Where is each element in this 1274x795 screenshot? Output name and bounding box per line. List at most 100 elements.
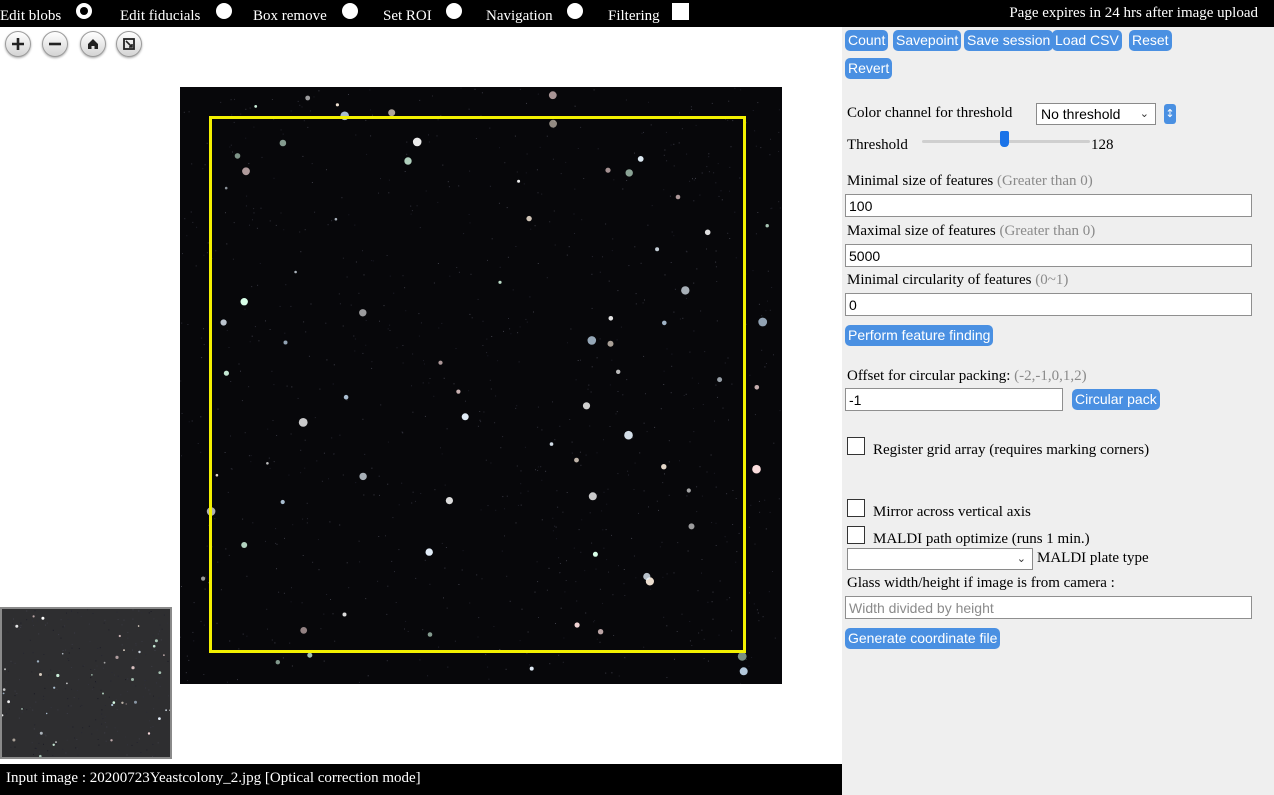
image-viewer[interactable] [180,87,782,684]
noise-grain [5,681,7,683]
noise-grain [183,111,185,113]
generate-coordinate-file-button[interactable]: Generate coordinate file [845,628,1001,649]
noise-grain [757,612,759,614]
noise-grain [754,414,756,416]
swap-channel-button[interactable]: ↕ [1164,104,1176,124]
colony-spot [158,717,161,720]
noise-grain [618,675,620,677]
zoom-out-button[interactable] [42,31,68,57]
noise-grain [14,695,16,697]
circular-pack-button[interactable]: Circular pack [1072,389,1160,410]
noise-grain [6,713,7,715]
noise-grain [110,680,112,682]
noise-grain [92,689,94,691]
filtering-checkbox[interactable] [672,3,689,20]
noise-grain [131,744,133,746]
colony-spot [138,650,141,654]
noise-grain [386,660,388,662]
noise-grain [31,742,33,744]
noise-grain [419,99,421,101]
colony-spot [112,701,116,704]
noise-grain [625,99,627,101]
maldi-optimize-checkbox[interactable] [847,526,865,544]
noise-grain [33,693,35,695]
colony-spot [4,668,6,671]
noise-grain [757,212,759,213]
colony-spot [307,652,313,658]
noise-grain [8,708,10,710]
mode-edit-fiducials[interactable]: Edit fiducials [120,0,200,27]
zoom-in-button[interactable] [5,31,31,57]
noise-grain [468,108,470,110]
noise-grain [691,109,693,111]
color-channel-value: No threshold [1041,106,1121,122]
offset-label: Offset for circular packing: (-2,-1,0,1,… [847,368,1087,385]
noise-grain [188,111,190,113]
noise-grain [778,109,780,111]
colony-spot [103,661,106,664]
noise-grain [20,625,22,627]
noise-grain [33,728,35,730]
noise-grain [57,709,59,711]
noise-grain [711,102,713,104]
noise-grain [752,110,754,111]
mode-navigation-radio[interactable] [567,3,583,19]
mode-edit-blobs-radio[interactable] [76,3,92,19]
colony-spot [115,655,119,659]
min-size-input[interactable] [845,194,1252,217]
noise-grain [12,622,14,624]
noise-grain [78,679,80,681]
mode-set-roi[interactable]: Set ROI [383,0,432,27]
glass-ratio-label: Glass width/height if image is from came… [847,575,1115,591]
noise-grain [26,709,28,711]
mode-set-roi-radio[interactable] [446,3,462,19]
navigator-thumbnail[interactable] [0,607,172,759]
roi-rectangle[interactable] [209,116,746,653]
noise-grain [72,726,74,728]
mode-box-remove-radio[interactable] [342,3,358,19]
noise-grain [104,619,106,621]
noise-grain [97,698,99,700]
glass-ratio-input[interactable] [845,596,1252,619]
mode-box-remove[interactable]: Box remove [253,0,327,27]
noise-grain [67,705,69,707]
perform-feature-finding-button[interactable]: Perform feature finding [845,325,994,346]
noise-grain [168,695,169,697]
home-button[interactable] [80,31,106,57]
threshold-slider-handle[interactable] [1000,131,1009,147]
revert-button[interactable]: Revert [845,58,893,79]
noise-grain [32,652,34,654]
noise-grain [234,98,235,100]
fit-screen-button[interactable] [116,31,142,57]
mode-navigation[interactable]: Navigation [486,0,553,27]
mirror-checkbox[interactable] [847,499,865,517]
noise-grain [136,742,138,743]
colony-spot [110,739,113,742]
mode-edit-fiducials-radio[interactable] [216,3,232,19]
noise-grain [190,211,192,213]
max-size-input[interactable] [845,244,1252,267]
savepoint-button[interactable]: Savepoint [893,30,962,51]
register-grid-checkbox[interactable] [847,437,865,455]
load-csv-button[interactable]: Load CSV [1052,30,1122,51]
colony-spot [758,317,768,327]
save-session-button[interactable]: Save session [964,30,1054,51]
noise-grain [135,685,137,687]
noise-grain [66,713,68,714]
noise-grain [34,610,36,612]
filtering-toggle[interactable]: Filtering [608,0,660,27]
noise-grain [245,108,247,110]
min-circularity-input[interactable] [845,293,1252,316]
noise-grain [87,609,89,611]
noise-grain [152,634,154,636]
noise-grain [127,678,129,680]
color-channel-select[interactable]: No threshold ⌄ [1036,103,1156,125]
count-button[interactable]: Count [845,30,889,51]
maldi-plate-select[interactable]: ⌄ [847,548,1033,570]
noise-grain [519,88,521,90]
mode-edit-blobs[interactable]: Edit blobs [0,0,61,27]
offset-input[interactable] [845,388,1063,411]
reset-button[interactable]: Reset [1129,30,1172,51]
colony-spot [2,688,6,691]
noise-grain [754,543,756,545]
